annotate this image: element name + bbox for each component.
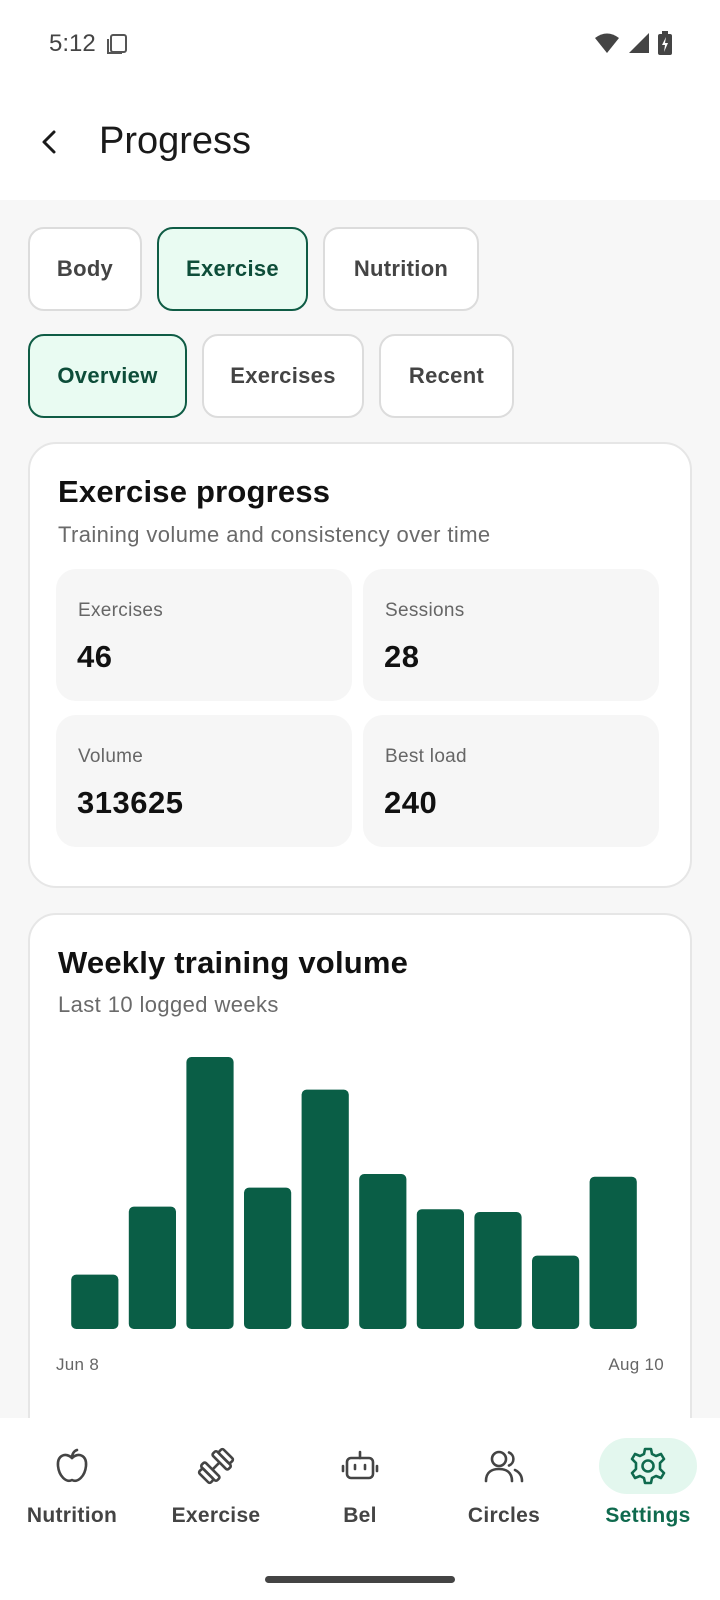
nav-item-bel[interactable]: Bel xyxy=(288,1418,432,1558)
tab-exercise[interactable]: Exercise xyxy=(157,227,308,311)
x-axis-start-label: Jun 8 xyxy=(56,1355,100,1374)
chart-bar xyxy=(244,1187,292,1329)
status-icons xyxy=(594,31,672,60)
signal-icon xyxy=(628,32,650,59)
people-icon xyxy=(455,1438,553,1494)
nav-label: Exercise xyxy=(171,1504,261,1527)
stat-sessions: Sessions 28 xyxy=(363,569,659,701)
category-tabs: Body Exercise Nutrition xyxy=(28,227,479,311)
stat-value: 46 xyxy=(77,639,113,674)
stat-value: 240 xyxy=(384,785,438,820)
nav-label: Bel xyxy=(343,1504,377,1527)
nav-label: Nutrition xyxy=(26,1504,118,1527)
wifi-icon xyxy=(594,32,620,59)
battery-icon xyxy=(658,31,672,60)
nav-label: Circles xyxy=(467,1504,541,1527)
chart-bar xyxy=(301,1089,349,1329)
nav-item-settings[interactable]: Settings xyxy=(576,1418,720,1558)
status-bar: 5:12 xyxy=(0,0,720,90)
page-title: Progress xyxy=(99,120,252,162)
nav-item-nutrition[interactable]: Nutrition xyxy=(0,1418,144,1558)
stat-best-load: Best load 240 xyxy=(363,715,659,847)
card-subtitle: Training volume and consistency over tim… xyxy=(58,522,491,547)
stat-value: 28 xyxy=(384,639,420,674)
chart-bar xyxy=(186,1057,234,1329)
screenshot-indicator-icon xyxy=(106,33,128,60)
tab-body[interactable]: Body xyxy=(28,227,142,311)
back-arrow-icon xyxy=(42,130,56,154)
tab-overview[interactable]: Overview xyxy=(28,334,187,418)
card-title: Exercise progress xyxy=(58,474,331,509)
stat-label: Exercises xyxy=(78,600,164,621)
nav-item-exercise[interactable]: Exercise xyxy=(144,1418,288,1558)
home-indicator[interactable] xyxy=(265,1576,455,1583)
x-axis-end-label: Aug 10 xyxy=(608,1355,664,1374)
stat-label: Best load xyxy=(385,746,467,767)
exercise-progress-card: Exercise progress Training volume and co… xyxy=(28,442,692,888)
tab-recent[interactable]: Recent xyxy=(379,334,514,418)
stat-label: Sessions xyxy=(385,600,465,621)
chart-bar xyxy=(359,1174,407,1329)
apple-icon xyxy=(23,1438,121,1494)
stat-label: Volume xyxy=(78,746,144,767)
chart-bar xyxy=(71,1274,119,1329)
tab-exercises[interactable]: Exercises xyxy=(202,334,364,418)
nav-item-circles[interactable]: Circles xyxy=(432,1418,576,1558)
chart-bar xyxy=(589,1176,637,1329)
chart-bar xyxy=(474,1212,522,1329)
dumbbell-icon xyxy=(167,1438,265,1494)
weekly-volume-chart xyxy=(71,1057,637,1329)
chart-bar xyxy=(128,1206,176,1329)
weekly-volume-card: Weekly training volume Last 10 logged we… xyxy=(28,913,692,1473)
nav-label: Settings xyxy=(605,1504,691,1527)
tab-nutrition[interactable]: Nutrition xyxy=(323,227,479,311)
status-time: 5:12 xyxy=(49,30,96,57)
stat-volume: Volume 313625 xyxy=(56,715,352,847)
bottom-navigation: Nutrition Exercise Bel Circles Settings xyxy=(0,1418,720,1600)
app-bar: Progress xyxy=(0,90,720,200)
stat-exercises: Exercises 46 xyxy=(56,569,352,701)
view-tabs: Overview Exercises Recent xyxy=(28,334,514,418)
chart-bar xyxy=(416,1209,464,1329)
chart-bar xyxy=(532,1255,580,1329)
robot-icon xyxy=(311,1438,409,1494)
stat-value: 313625 xyxy=(77,785,184,820)
gear-icon xyxy=(599,1438,697,1494)
back-button[interactable] xyxy=(28,120,72,164)
